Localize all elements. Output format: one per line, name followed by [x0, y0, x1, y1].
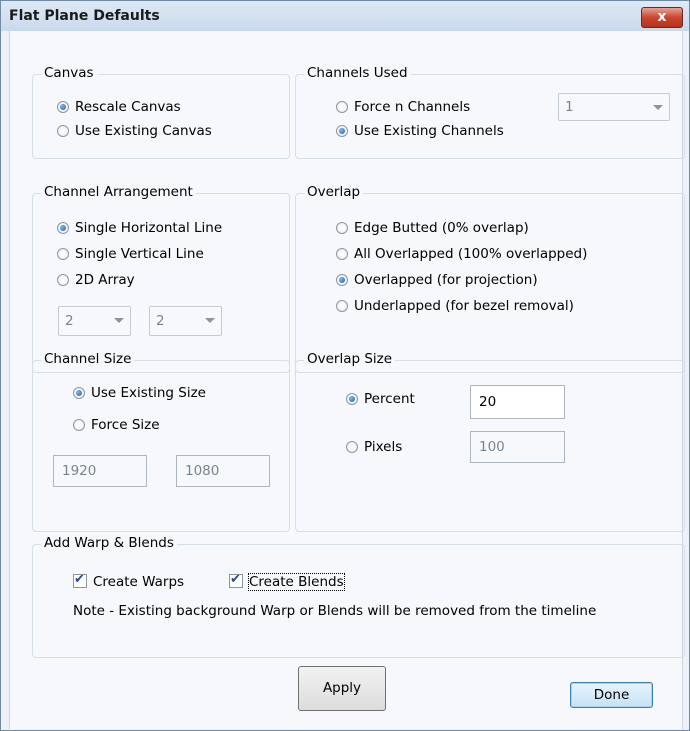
checkbox-indicator	[73, 572, 87, 588]
radio-label: Single Horizontal Line	[75, 220, 223, 236]
radio-indicator	[336, 125, 348, 137]
title-bar[interactable]: Flat Plane Defaults x	[1, 1, 689, 31]
close-button[interactable]: x	[641, 7, 683, 28]
radio-use-existing-size[interactable]: Use Existing Size	[73, 385, 206, 401]
warning-note: Note - Existing background Warp or Blend…	[73, 603, 597, 619]
width-field[interactable]: 1920	[53, 455, 147, 487]
checkbox-label: Create Warps	[93, 574, 185, 590]
channel-size-legend: Channel Size	[41, 351, 135, 367]
warp-blends-legend: Add Warp & Blends	[41, 535, 177, 551]
select-value: 2	[156, 313, 165, 329]
height-field[interactable]: 1080	[176, 455, 270, 487]
radio-indicator	[336, 300, 348, 312]
radio-indicator	[73, 419, 85, 431]
radio-label: Force n Channels	[354, 99, 471, 115]
warp-blends-group: Add Warp & Blends Create Warps Create Bl…	[32, 535, 685, 658]
radio-use-existing-channels[interactable]: Use Existing Channels	[336, 123, 504, 139]
radio-label: Rescale Canvas	[75, 99, 181, 115]
overlap-group: Overlap Edge Butted (0% overlap) All Ove…	[295, 184, 685, 373]
create-blends-checkbox[interactable]: Create Blends	[229, 572, 345, 591]
canvas-legend: Canvas	[41, 65, 97, 81]
dialog-window: Flat Plane Defaults x Canvas Rescale Can…	[0, 0, 690, 731]
radio-rescale-canvas[interactable]: Rescale Canvas	[57, 99, 181, 115]
channels-used-legend: Channels Used	[304, 65, 411, 81]
radio-2d-array[interactable]: 2D Array	[57, 272, 135, 288]
channels-used-group: Channels Used Force n Channels Use Exist…	[295, 65, 685, 159]
radio-label: Force Size	[91, 417, 160, 433]
window-title: Flat Plane Defaults	[9, 8, 160, 24]
dialog-body: Canvas Rescale Canvas Use Existing Canva…	[9, 31, 685, 729]
radio-percent[interactable]: Percent	[346, 391, 415, 407]
pixels-input[interactable]: 100	[470, 431, 565, 463]
radio-indicator	[336, 274, 348, 286]
radio-label: Underlapped (for bezel removal)	[354, 298, 574, 314]
radio-edge-butted[interactable]: Edge Butted (0% overlap)	[336, 220, 529, 236]
radio-indicator	[57, 101, 69, 113]
overlap-size-group: Overlap Size Percent Pixels 20 100	[295, 351, 685, 532]
create-warps-checkbox[interactable]: Create Warps	[73, 572, 185, 590]
array-columns-select[interactable]: 2	[149, 306, 222, 336]
radio-label: Use Existing Channels	[354, 123, 504, 139]
radio-label: Single Vertical Line	[75, 246, 204, 262]
radio-indicator	[73, 387, 85, 399]
radio-underlapped-bezel[interactable]: Underlapped (for bezel removal)	[336, 298, 574, 314]
checkbox-indicator	[229, 572, 243, 588]
radio-label: Edge Butted (0% overlap)	[354, 220, 529, 236]
canvas-group: Canvas Rescale Canvas Use Existing Canva…	[32, 65, 290, 159]
select-value: 1	[565, 99, 574, 115]
radio-label: All Overlapped (100% overlapped)	[354, 246, 588, 262]
overlap-legend: Overlap	[304, 184, 364, 200]
chevron-down-icon	[114, 318, 124, 323]
overlap-size-legend: Overlap Size	[304, 351, 396, 367]
radio-label: Use Existing Canvas	[75, 123, 212, 139]
radio-indicator	[57, 222, 69, 234]
radio-indicator	[336, 101, 348, 113]
radio-label: Use Existing Size	[91, 385, 206, 401]
radio-label: Pixels	[364, 439, 403, 455]
channel-arrangement-group: Channel Arrangement Single Horizontal Li…	[32, 184, 290, 373]
radio-indicator	[57, 248, 69, 260]
radio-single-horizontal-line[interactable]: Single Horizontal Line	[57, 220, 222, 236]
radio-use-existing-canvas[interactable]: Use Existing Canvas	[57, 123, 212, 139]
radio-force-n-channels[interactable]: Force n Channels	[336, 99, 470, 115]
radio-label: Overlapped (for projection)	[354, 272, 538, 288]
select-value: 2	[65, 313, 74, 329]
radio-pixels[interactable]: Pixels	[346, 439, 402, 455]
radio-all-overlapped[interactable]: All Overlapped (100% overlapped)	[336, 246, 587, 262]
chevron-down-icon	[205, 318, 215, 323]
radio-indicator	[346, 441, 358, 453]
close-icon: x	[657, 9, 667, 25]
radio-force-size[interactable]: Force Size	[73, 417, 160, 433]
percent-input[interactable]: 20	[470, 385, 565, 419]
array-rows-select[interactable]: 2	[58, 306, 131, 336]
checkbox-label: Create Blends	[248, 573, 345, 591]
channel-size-group: Channel Size Use Existing Size Force Siz…	[32, 351, 290, 532]
apply-button[interactable]: Apply	[298, 666, 386, 711]
radio-label: 2D Array	[75, 272, 135, 288]
radio-indicator	[336, 248, 348, 260]
radio-label: Percent	[364, 391, 415, 407]
radio-single-vertical-line[interactable]: Single Vertical Line	[57, 246, 204, 262]
channel-count-select[interactable]: 1	[558, 93, 670, 121]
radio-indicator	[57, 274, 69, 286]
radio-indicator	[336, 222, 348, 234]
radio-indicator	[346, 393, 358, 405]
radio-indicator	[57, 125, 69, 137]
radio-overlapped-projection[interactable]: Overlapped (for projection)	[336, 272, 538, 288]
chevron-down-icon	[653, 105, 663, 110]
channel-arrangement-legend: Channel Arrangement	[41, 184, 196, 200]
done-button[interactable]: Done	[570, 682, 653, 708]
